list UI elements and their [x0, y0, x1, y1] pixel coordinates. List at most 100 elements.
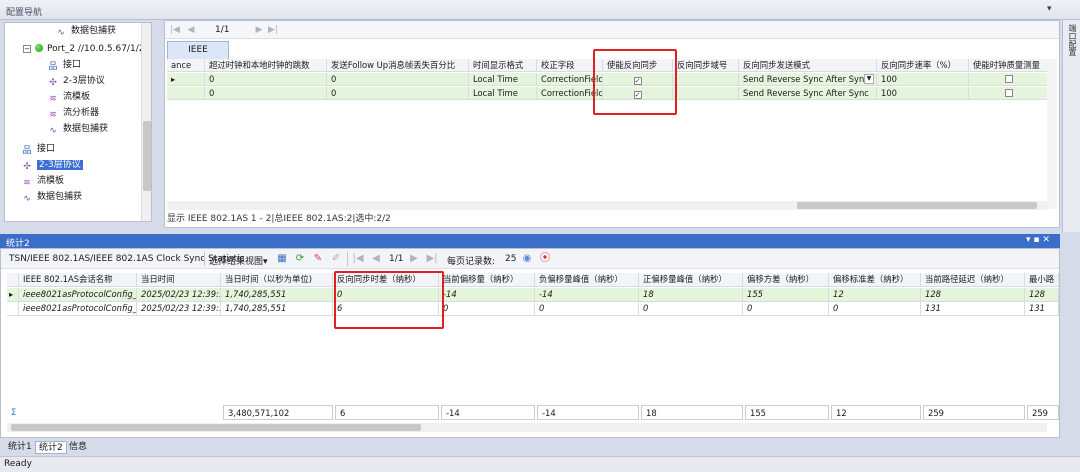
column-header[interactable]: 正偏移量峰值（纳秒）	[639, 273, 743, 287]
tab-stats-1[interactable]: 统计1	[5, 441, 35, 454]
stats-horizontal-scrollbar[interactable]	[7, 423, 1047, 432]
column-header[interactable]: 偏移方差（纳秒）	[743, 273, 829, 287]
tab-ieee-8021as[interactable]: IEEE 802.1AS	[167, 41, 229, 72]
top-grid-horizontal-scrollbar[interactable]	[167, 201, 1047, 210]
tree-item-interface-top[interactable]: 品接口	[21, 141, 55, 157]
tree-scrollbar[interactable]	[141, 23, 151, 221]
loss-cell[interactable]: 0	[327, 87, 469, 100]
export-icon[interactable]: ▦	[275, 252, 289, 266]
seconds-cell[interactable]: 1,740,285,551	[221, 288, 333, 302]
quality-cell[interactable]	[969, 73, 1049, 86]
next-page-icon[interactable]: ▶	[407, 252, 421, 266]
time-format-cell[interactable]: Local Time	[469, 87, 537, 100]
column-header[interactable]: 超过时钟和本地时钟的跳数	[205, 59, 327, 72]
column-header[interactable]: 最小路	[1025, 273, 1059, 287]
column-header[interactable]: 当日时间	[137, 273, 221, 287]
tree-item-stream-template-top[interactable]: ≋ 流模板	[21, 173, 64, 189]
domain-cell[interactable]	[673, 87, 739, 100]
pos-peak-cell[interactable]: 18	[639, 288, 743, 302]
side-tab-port-config[interactable]: 端口配置	[1062, 20, 1080, 232]
tree-item-port-2[interactable]: − Port_2 //10.0.5.67/1/2	[23, 41, 144, 57]
top-scrollbar-thumb[interactable]	[797, 202, 1037, 209]
date-cell[interactable]: 2025/02/23 12:39:11	[137, 302, 221, 316]
column-header[interactable]: 负偏移量峰值（纳秒）	[535, 273, 639, 287]
column-header[interactable]: 反向同步域号	[673, 59, 739, 72]
column-header[interactable]: 偏移标准差（纳秒）	[829, 273, 921, 287]
prev-page-icon[interactable]: ◀	[185, 24, 197, 36]
tree-item-stream-analyzer[interactable]: ≋ 流分析器	[47, 105, 99, 121]
tab-info[interactable]: 信息	[66, 441, 90, 454]
quality-checkbox[interactable]	[1004, 89, 1013, 97]
collapse-icon[interactable]: −	[23, 45, 31, 53]
tree-item-interface[interactable]: 品接口	[47, 57, 81, 73]
column-header[interactable]: 反向同步发送模式	[739, 59, 877, 72]
column-header[interactable]: 使能时钟质量测量	[969, 59, 1049, 72]
variance-cell[interactable]: 0	[743, 302, 829, 316]
clear-icon[interactable]: ✎	[311, 252, 325, 266]
neg-peak-cell[interactable]: 0	[535, 302, 639, 316]
hops-cell[interactable]: 0	[205, 87, 327, 100]
prev-page-icon[interactable]: ◀	[369, 252, 383, 266]
pin-dropdown-icon[interactable]: ▾	[1047, 4, 1057, 14]
column-header[interactable]: 时间显示格式	[469, 59, 537, 72]
path-delay-cell[interactable]: 131	[921, 302, 1025, 316]
quality-cell[interactable]	[969, 87, 1049, 100]
column-header[interactable]: 发送Follow Up消息帧丢失百分比	[327, 59, 469, 72]
last-page-icon[interactable]: ▶|	[425, 252, 439, 266]
hops-cell[interactable]: 0	[205, 73, 327, 86]
view-select-dropdown[interactable]: 选择结果视图▾	[209, 254, 268, 267]
date-cell[interactable]: 2025/02/23 12:39:11	[137, 288, 221, 302]
rate-cell[interactable]: 100	[877, 73, 969, 86]
refresh-icon[interactable]: ⟳	[293, 252, 307, 266]
session-name-cell[interactable]: ieee8021asProtocolConfig_1	[19, 302, 137, 316]
min-path-cell[interactable]: 131	[1025, 302, 1059, 316]
offset-cell[interactable]: 0	[439, 302, 535, 316]
column-header[interactable]: IEEE 802.1AS会话名称	[19, 273, 137, 287]
settings-icon[interactable]: ◉	[520, 252, 534, 266]
neg-peak-cell[interactable]: -14	[535, 288, 639, 302]
first-page-icon[interactable]: |◀	[351, 252, 365, 266]
tree-item-capture-top[interactable]: ∿ 数据包捕获	[21, 189, 82, 205]
offset-cell[interactable]: -14	[439, 288, 535, 302]
stddev-cell[interactable]: 12	[829, 288, 921, 302]
seconds-cell[interactable]: 1,740,285,551	[221, 302, 333, 316]
top-grid-vertical-scrollbar[interactable]	[1047, 59, 1057, 209]
table-row[interactable]: ▸ ieee8021asProtocolConfig_2 2025/02/23 …	[7, 288, 1059, 302]
column-header[interactable]: ance	[167, 59, 205, 72]
tree-item-stream-template[interactable]: ≋ 流模板	[47, 89, 90, 105]
column-header[interactable]: 当前偏移量（纳秒）	[439, 273, 535, 287]
tree-scrollbar-thumb[interactable]	[143, 121, 151, 191]
loss-cell[interactable]: 0	[327, 73, 469, 86]
chevron-down-icon[interactable]: ▼	[864, 74, 874, 84]
tree-item-capture[interactable]: ∿ 数据包捕获	[55, 23, 116, 39]
path-delay-cell[interactable]: 128	[921, 288, 1025, 302]
last-page-icon[interactable]: ▶|	[267, 24, 279, 36]
tree-item-protocol-selected[interactable]: ✣ 2-3层协议	[21, 157, 83, 173]
tree-item-protocol[interactable]: ✣ 2-3层协议	[47, 73, 104, 89]
domain-cell[interactable]	[673, 73, 739, 86]
rate-cell[interactable]: 100	[877, 87, 969, 100]
delete-icon[interactable]: ✐	[329, 252, 343, 266]
panel-window-controls[interactable]: ▾ ▪ ✕	[1026, 235, 1050, 245]
time-format-cell[interactable]: Local Time	[469, 73, 537, 86]
next-page-icon[interactable]: ▶	[253, 24, 265, 36]
mode-cell[interactable]: Send Reverse Sync After Sync	[739, 87, 877, 100]
first-page-icon[interactable]: |◀	[169, 24, 181, 36]
column-header[interactable]: 当前路径延迟（纳秒）	[921, 273, 1025, 287]
quality-checkbox[interactable]	[1004, 75, 1013, 83]
table-row[interactable]: ieee8021asProtocolConfig_1 2025/02/23 12…	[7, 302, 1059, 316]
per-page-input[interactable]: 25	[505, 254, 516, 264]
column-header[interactable]: 当日时间（以秒为单位)	[221, 273, 333, 287]
session-name-cell[interactable]: ieee8021asProtocolConfig_2	[19, 288, 137, 302]
pos-peak-cell[interactable]: 0	[639, 302, 743, 316]
tab-stats-2[interactable]: 统计2	[35, 441, 67, 454]
stop-icon[interactable]: ⦿	[538, 252, 552, 266]
stats-scrollbar-thumb[interactable]	[11, 424, 421, 431]
protocol-icon: ✣	[23, 162, 31, 172]
tree-item-capture-2[interactable]: ∿ 数据包捕获	[47, 121, 108, 137]
variance-cell[interactable]: 155	[743, 288, 829, 302]
mode-cell[interactable]: Send Reverse Sync After Sync ▼	[739, 73, 877, 86]
min-path-cell[interactable]: 128	[1025, 288, 1059, 302]
column-header[interactable]: 反向同步速率（%）	[877, 59, 969, 72]
stddev-cell[interactable]: 0	[829, 302, 921, 316]
